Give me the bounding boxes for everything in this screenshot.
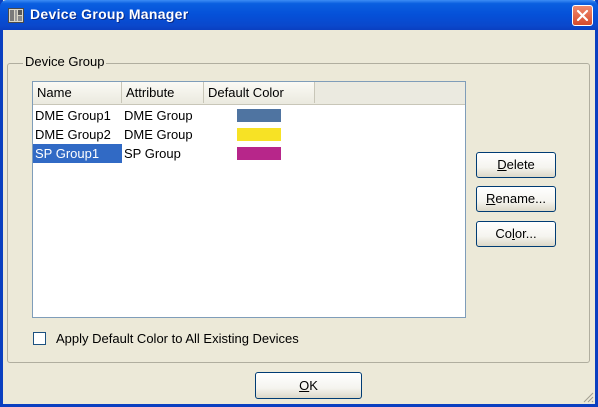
row-name: DME Group1 [35, 108, 111, 123]
ok-button[interactable]: OK [255, 372, 362, 399]
rename-label: ename... [495, 191, 546, 206]
delete-label: elete [506, 157, 535, 172]
color-label-rest: or... [514, 226, 537, 241]
column-header-name[interactable]: Name [33, 82, 122, 103]
table-row[interactable]: DME Group1 DME Group [33, 106, 465, 125]
list-header: Name Attribute Default Color [33, 82, 465, 105]
table-row-selected[interactable]: SP Group1 SP Group [33, 144, 465, 163]
color-swatch [237, 128, 281, 141]
color-swatch [237, 147, 281, 160]
close-icon [576, 9, 589, 22]
color-button[interactable]: Color... [476, 221, 556, 247]
title-bar[interactable]: Device Group Manager [0, 0, 598, 30]
rename-button[interactable]: Rename... [476, 186, 556, 212]
row-attribute: DME Group [124, 108, 193, 123]
resize-grip-icon[interactable] [582, 391, 594, 403]
delete-mnemonic: D [497, 157, 507, 172]
apply-default-color-checkbox[interactable] [33, 332, 46, 345]
ok-label: K [309, 378, 318, 393]
row-attribute: DME Group [124, 127, 193, 142]
close-button[interactable] [572, 5, 593, 26]
row-attribute: SP Group [124, 146, 181, 161]
color-swatch [237, 109, 281, 122]
color-label-pre: Co [495, 226, 513, 241]
app-icon [8, 8, 24, 23]
device-group-legend: Device Group [23, 54, 107, 69]
column-header-default-color[interactable]: Default Color [204, 82, 315, 103]
apply-default-color-label[interactable]: Apply Default Color to All Existing Devi… [56, 331, 299, 346]
window-title: Device Group Manager [30, 6, 189, 22]
ok-mnemonic: O [299, 378, 310, 393]
rename-mnemonic: R [486, 191, 496, 206]
row-name: SP Group1 [33, 144, 122, 163]
table-row[interactable]: DME Group2 DME Group [33, 125, 465, 144]
row-name: DME Group2 [35, 127, 111, 142]
device-group-list[interactable]: Name Attribute Default Color DME Group1 … [32, 81, 466, 318]
delete-button[interactable]: Delete [476, 152, 556, 178]
column-header-attribute[interactable]: Attribute [122, 82, 204, 103]
